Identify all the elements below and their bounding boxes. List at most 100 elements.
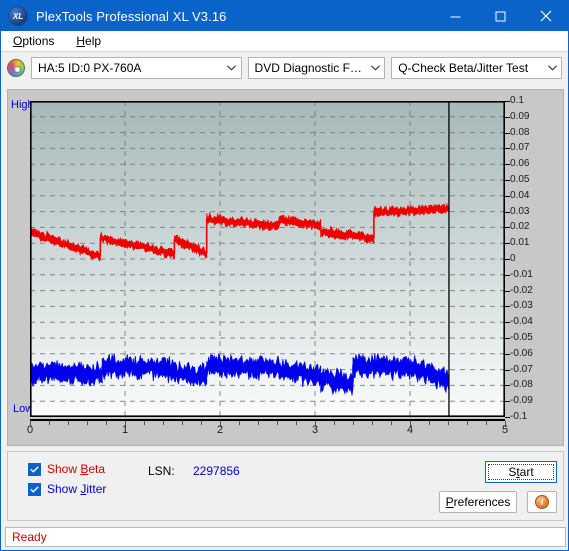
y-axis-tick-mark [505,116,510,118]
x-axis-minor-tick [448,421,449,425]
x-axis-minor-tick [106,421,107,425]
check-icon[interactable] [28,482,41,496]
y-axis-tick-label: 0 [510,253,516,264]
x-axis-tick-label: 4 [406,424,414,436]
y-axis-tick-mark [505,148,510,150]
x-axis-tick-label: 3 [311,424,319,436]
x-axis-tick-label: 2 [216,424,224,436]
show-jitter-label: Show Jitter [47,482,107,496]
x-axis-tick-label: 1 [121,424,129,436]
y-axis-tick-mark [505,211,510,213]
preferences-button-accel: P [445,495,454,509]
x-axis-minor-tick [391,421,392,425]
toolbar: HA:5 ID:0 PX-760A DVD Diagnostic Functio… [1,52,568,84]
test-selector-value: Q-Check Beta/Jitter Test [398,61,529,75]
info-icon-text: i [540,497,544,507]
menu-item-help-label: elp [85,34,102,48]
y-axis-tick-label: 0.06 [510,158,530,170]
y-axis-tick-mark [505,306,510,308]
drive-selector[interactable]: HA:5 ID:0 PX-760A [31,57,242,79]
x-axis-minor-tick [144,421,145,425]
x-axis-minor-tick [163,421,164,425]
info-button[interactable]: i [527,491,557,513]
menu-item-options-accel: O [13,34,23,48]
x-axis-minor-tick [334,421,335,425]
preferences-button-label: Preferences [445,495,511,509]
show-beta-accel: B [80,462,89,476]
plot-canvas [30,101,505,417]
chevron-down-icon[interactable] [223,58,241,78]
y-axis-tick-mark [505,417,510,418]
menu-item-options[interactable]: Options [9,32,64,50]
test-selector[interactable]: Q-Check Beta/Jitter Test [391,57,563,79]
y-axis-tick-label: -0.05 [510,332,533,343]
y-axis-tick-mark [505,338,510,339]
title-bar: XL PlexTools Professional XL V3.16 [1,1,568,31]
y-axis-tick-label: -0.08 [510,379,533,391]
preferences-button[interactable]: Preferences [439,491,517,513]
function-selector-value: DVD Diagnostic Functions [254,61,367,75]
y-axis-tick-label: 0.01 [510,237,530,249]
chevron-down-icon[interactable] [366,58,384,78]
x-axis-tick-label: 0 [26,424,34,436]
y-axis-tick-mark [505,132,510,134]
status-bar: Ready [5,527,566,547]
y-axis-tick-label: 0.08 [510,126,530,138]
y-axis-tick-mark [505,401,510,403]
x-axis-tick-label: 5 [501,424,509,436]
y-axis-tick-mark [505,369,510,371]
xl-app-icon-text: XL [12,11,24,21]
start-button[interactable]: St art [485,461,557,483]
x-axis-minor-tick [429,421,430,425]
x-axis-minor-tick [68,421,69,425]
y-axis-tick-mark [505,290,510,292]
xl-app-icon: XL [8,6,28,26]
x-axis-minor-tick [277,421,278,425]
function-selector[interactable]: DVD Diagnostic Functions [247,57,386,79]
y-axis-tick-label: -0.02 [510,284,533,296]
x-axis-minor-tick [258,421,259,425]
disc-icon [7,59,25,77]
y-axis-tick-mark [505,259,510,260]
window-title: PlexTools Professional XL V3.16 [36,8,227,24]
y-axis-tick-mark [505,101,510,102]
y-axis-tick-label: -0.04 [510,316,533,328]
menu-item-options-label: ptions [22,34,55,48]
x-axis-minor-tick [296,421,297,425]
beta-jitter-plot [30,101,505,417]
y-axis-tick-label: 0.03 [510,205,530,217]
drive-selector-value: HA:5 ID:0 PX-760A [38,61,142,75]
lsn-label: LSN: [148,464,175,478]
y-axis-tick-label: -0.07 [510,363,533,375]
y-axis-tick-mark [505,322,510,324]
lsn-value: 2297856 [193,464,240,478]
show-beta-label: Show Beta [47,462,106,476]
x-axis-minor-tick [182,421,183,425]
y-axis-tick-label: 0.05 [510,174,530,185]
minimize-icon[interactable] [433,1,478,31]
check-icon[interactable] [28,462,41,476]
close-icon[interactable] [523,1,568,31]
x-axis-line [30,419,505,421]
controls-panel: Show Beta Show Jitter LSN: 2297856 St art… [7,451,564,521]
menu-item-help[interactable]: Help [72,32,111,50]
y-axis-tick-label: 0.07 [510,142,530,154]
show-jitter-accel: J [80,482,87,496]
y-axis-tick-mark [505,385,510,387]
x-axis-minor-tick [201,421,202,425]
info-icon: i [535,495,549,509]
y-axis-tick-label: -0.03 [510,300,533,312]
x-axis-minor-tick [87,421,88,425]
chevron-down-icon[interactable] [543,58,561,78]
plextools-window: XL PlexTools Professional XL V3.16 Optio… [0,0,569,551]
show-jitter-checkbox-row[interactable]: Show Jitter [28,482,106,496]
y-axis-tick-mark [505,227,510,229]
maximize-icon[interactable] [478,1,523,31]
y-axis-tick-label: 0.1 [510,95,524,106]
show-beta-checkbox-row[interactable]: Show Beta [28,462,105,476]
start-button-inner: St art [488,464,554,480]
y-axis-tick-mark [505,164,510,166]
window-controls [433,1,568,31]
y-axis-tick-label: -0.01 [510,268,533,280]
x-axis-minor-tick [372,421,373,425]
